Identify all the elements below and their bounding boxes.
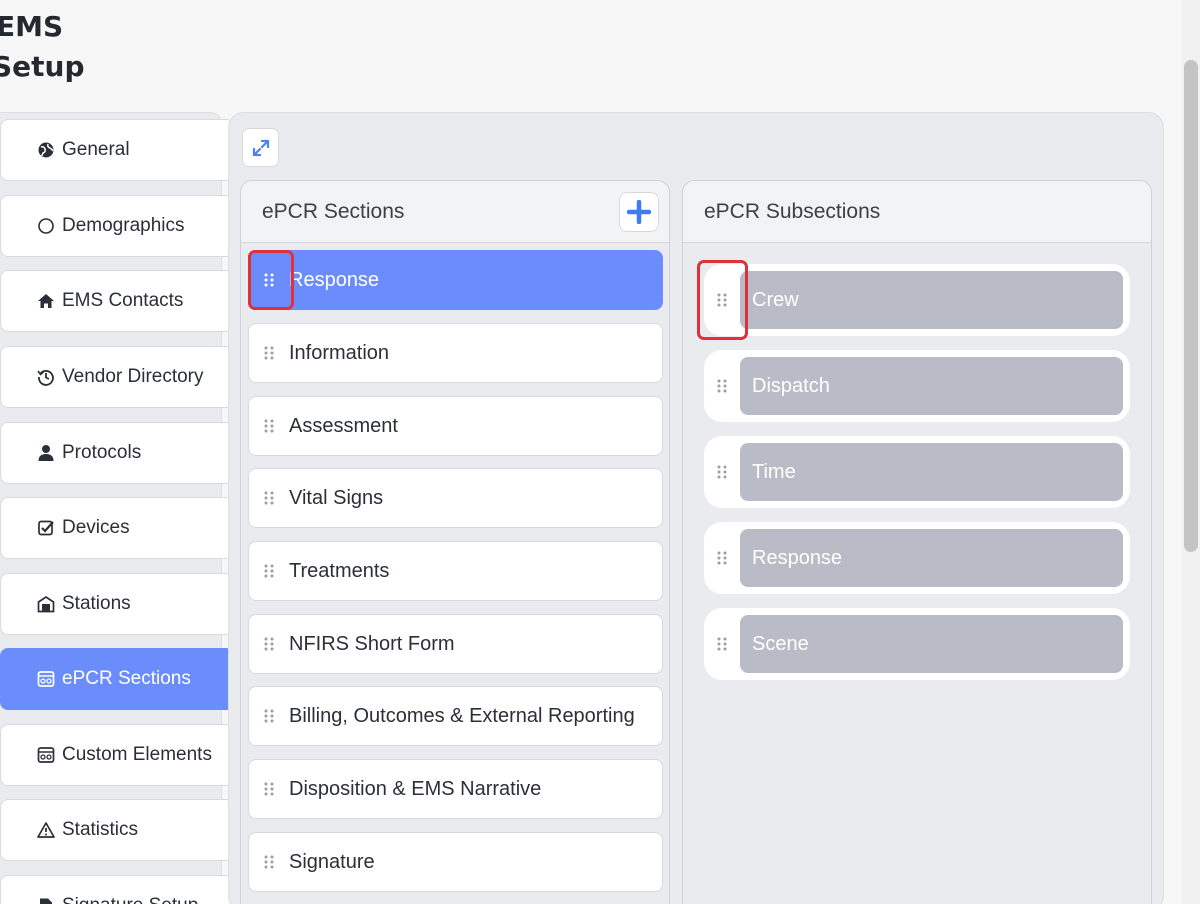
section-item-label: Assessment xyxy=(289,414,398,437)
sidebar-item-devices[interactable]: Devices xyxy=(0,497,234,559)
section-item-label: NFIRS Short Form xyxy=(289,632,455,655)
epcr-sections-header: ePCR Sections xyxy=(241,181,669,243)
drag-handle-icon[interactable] xyxy=(704,264,740,336)
section-item-label: Signature xyxy=(289,850,375,873)
subsection-pill[interactable]: Scene xyxy=(740,615,1123,673)
drag-handle-icon[interactable] xyxy=(249,469,289,527)
drag-handle-icon[interactable] xyxy=(249,324,289,382)
subsection-item: Crew xyxy=(704,264,1130,336)
subsection-pill[interactable]: Time xyxy=(740,443,1123,501)
drag-handle-icon[interactable] xyxy=(704,350,740,422)
section-item-label: Vital Signs xyxy=(289,486,384,509)
drag-handle-icon[interactable] xyxy=(249,687,289,745)
drag-handle-icon[interactable] xyxy=(249,251,289,309)
section-item[interactable]: Treatments xyxy=(248,541,663,601)
subsection-pill[interactable]: Dispatch xyxy=(740,357,1123,415)
section-item-label: Disposition & EMS Narrative xyxy=(289,777,542,800)
sidebar-item-label: Statistics xyxy=(62,819,139,840)
section-item[interactable]: Information xyxy=(248,323,663,383)
drag-handle-icon[interactable] xyxy=(704,436,740,508)
document-icon xyxy=(37,897,55,904)
sliders-box-icon xyxy=(37,746,55,764)
expand-button[interactable] xyxy=(242,128,279,167)
sidebar-item-epcr-sections[interactable]: ePCR Sections xyxy=(0,648,234,710)
sidebar-item-label: Stations xyxy=(62,593,131,614)
section-item-label: Response xyxy=(289,268,380,291)
sidebar-item-label: General xyxy=(62,139,130,160)
section-item[interactable]: Disposition & EMS Narrative xyxy=(248,759,663,819)
page-subtitle: Setup xyxy=(0,50,85,83)
sidebar-item-label: Demographics xyxy=(62,215,185,236)
drag-handle-icon[interactable] xyxy=(249,397,289,455)
sidebar-item-general[interactable]: General xyxy=(0,119,234,181)
sidebar-item-vendor-directory[interactable]: Vendor Directory xyxy=(0,346,234,408)
drag-handle-icon[interactable] xyxy=(704,608,740,680)
home-icon xyxy=(37,292,55,310)
sidebar-item-label: ePCR Sections xyxy=(62,668,191,689)
subsection-item: Scene xyxy=(704,608,1130,680)
section-item[interactable]: Signature xyxy=(248,832,663,892)
sidebar-item-statistics[interactable]: Statistics xyxy=(0,799,234,861)
subsection-item: Response xyxy=(704,522,1130,594)
section-item[interactable]: NFIRS Short Form xyxy=(248,614,663,674)
sidebar-item-label: Protocols xyxy=(62,442,142,463)
drag-handle-icon[interactable] xyxy=(704,522,740,594)
add-section-button[interactable] xyxy=(619,192,659,232)
section-item-label: Treatments xyxy=(289,559,390,582)
epcr-sections-title: ePCR Sections xyxy=(262,199,405,223)
plus-icon xyxy=(627,200,651,224)
section-item[interactable]: Response xyxy=(248,250,663,310)
check-square-icon xyxy=(37,519,55,537)
sidebar-item-label: Devices xyxy=(62,517,130,538)
section-item[interactable]: Billing, Outcomes & External Reporting xyxy=(248,686,663,746)
epcr-subsections-title: ePCR Subsections xyxy=(704,199,881,223)
sidebar-item-label: Custom Elements xyxy=(62,744,212,765)
sliders-box-icon xyxy=(37,670,55,688)
drag-handle-icon[interactable] xyxy=(249,760,289,818)
garage-icon xyxy=(37,595,55,613)
page-title: EMS xyxy=(0,10,64,43)
subsection-item: Time xyxy=(704,436,1130,508)
circle-icon xyxy=(37,217,55,235)
sidebar-item-demographics[interactable]: Demographics xyxy=(0,195,234,257)
sidebar-item-label: EMS Contacts xyxy=(62,290,184,311)
section-item[interactable]: Vital Signs xyxy=(248,468,663,528)
sidebar-item-stations[interactable]: Stations xyxy=(0,573,234,635)
subsection-item: Dispatch xyxy=(704,350,1130,422)
history-icon xyxy=(37,368,55,386)
drag-handle-icon[interactable] xyxy=(249,615,289,673)
section-item[interactable]: Assessment xyxy=(248,396,663,456)
sidebar-item-signature-setup[interactable]: Signature Setup xyxy=(0,875,234,904)
window-scrollbar[interactable] xyxy=(1182,0,1200,904)
sidebar-item-label: Vendor Directory xyxy=(62,366,204,387)
drag-handle-icon[interactable] xyxy=(249,833,289,891)
expand-icon xyxy=(252,139,269,156)
sidebar-item-protocols[interactable]: Protocols xyxy=(0,422,234,484)
user-icon xyxy=(37,444,55,462)
subsection-pill[interactable]: Response xyxy=(740,529,1123,587)
sidebar-item-ems-contacts[interactable]: EMS Contacts xyxy=(0,270,234,332)
section-item-label: Information xyxy=(289,341,390,364)
scrollbar-thumb[interactable] xyxy=(1184,60,1198,552)
sidebar-item-label: Signature Setup xyxy=(62,895,198,904)
epcr-subsections-header: ePCR Subsections xyxy=(683,181,1151,243)
subsection-pill[interactable]: Crew xyxy=(740,271,1123,329)
globe-icon xyxy=(37,141,55,159)
sidebar-item-custom-elements[interactable]: Custom Elements xyxy=(0,724,234,786)
section-item-label: Billing, Outcomes & External Reporting xyxy=(289,704,635,727)
drag-handle-icon[interactable] xyxy=(249,542,289,600)
warning-icon xyxy=(37,821,55,839)
